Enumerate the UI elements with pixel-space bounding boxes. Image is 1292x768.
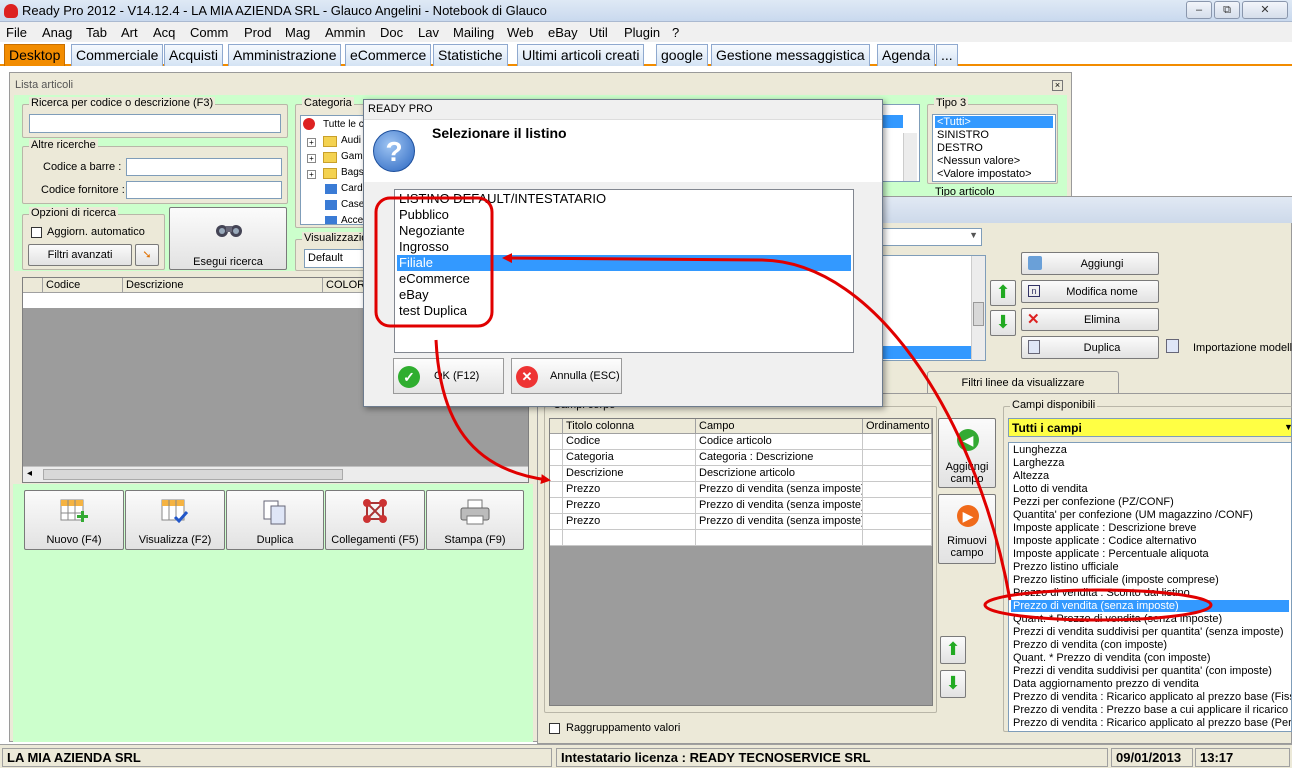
annotation-arrow [434, 339, 551, 485]
annotation-overlay [374, 196, 1213, 622]
status-company: LA MIA AZIENDA SRL [2, 748, 552, 767]
status-bar: LA MIA AZIENDA SRL Intestatario licenza … [0, 744, 1292, 768]
status-date: 09/01/2013 [1111, 748, 1193, 767]
status-time: 13:17 [1195, 748, 1290, 767]
annotation-ellipse [983, 588, 1213, 622]
annotation-circle [374, 196, 494, 328]
status-license: Intestatario licenza : READY TECNOSERVIC… [556, 748, 1108, 767]
annotation-arrow [502, 253, 1012, 601]
